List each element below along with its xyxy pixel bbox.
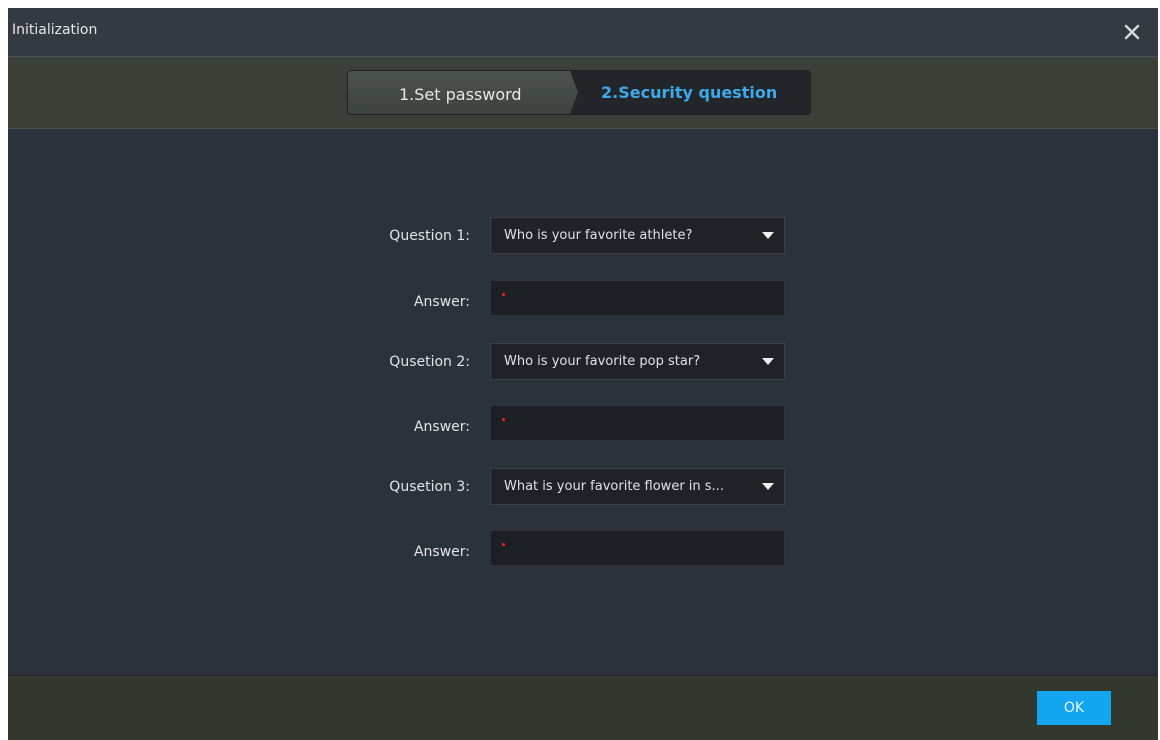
step-set-password[interactable]: 1.Set password <box>348 71 578 114</box>
ok-button[interactable]: OK <box>1037 691 1111 725</box>
answer-1-label: Answer: <box>413 294 470 310</box>
question-3-value: What is your favorite flower in s... <box>504 479 724 494</box>
question-3-row: Qusetion 3: What is your favorite flower… <box>8 468 1158 506</box>
answer-3-row: Answer: <box>8 530 1158 568</box>
initialization-dialog: Initialization 1.Set password 2.Security… <box>8 8 1158 740</box>
question-1-row: Question 1: Who is your favorite athlete… <box>8 217 1158 255</box>
answer-3-label: Answer: <box>413 544 470 560</box>
answer-2-row: Answer: <box>8 405 1158 443</box>
question-1-select[interactable]: Who is your favorite athlete? <box>490 217 785 254</box>
question-2-label: Qusetion 2: <box>389 354 470 370</box>
answer-3-input[interactable] <box>490 530 785 566</box>
dialog-title: Initialization <box>12 22 98 38</box>
step-security-question[interactable]: 2.Security question <box>580 71 810 114</box>
required-marker-icon <box>502 418 505 421</box>
answer-2-input[interactable] <box>490 405 785 441</box>
answer-2-label: Answer: <box>413 419 470 435</box>
question-3-select[interactable]: What is your favorite flower in s... <box>490 468 785 505</box>
dropdown-arrow-icon <box>762 358 774 365</box>
required-marker-icon <box>502 543 505 546</box>
dropdown-arrow-icon <box>762 232 774 239</box>
question-2-value: Who is your favorite pop star? <box>504 354 701 369</box>
step-label: 1.Set password <box>399 85 522 104</box>
steps-bar: 1.Set password 2.Security question <box>8 57 1158 129</box>
title-bar: Initialization <box>8 8 1158 57</box>
close-icon[interactable] <box>1120 20 1144 44</box>
answer-1-row: Answer: <box>8 280 1158 318</box>
dialog-footer: OK <box>8 675 1158 740</box>
question-1-label: Question 1: <box>389 228 470 244</box>
step-indicator: 1.Set password 2.Security question <box>347 70 811 115</box>
question-2-row: Qusetion 2: Who is your favorite pop sta… <box>8 343 1158 381</box>
required-marker-icon <box>502 293 505 296</box>
answer-1-input[interactable] <box>490 280 785 316</box>
step-label: 2.Security question <box>601 83 778 102</box>
question-3-label: Qusetion 3: <box>389 479 470 495</box>
question-2-select[interactable]: Who is your favorite pop star? <box>490 343 785 380</box>
question-1-value: Who is your favorite athlete? <box>504 228 693 243</box>
dropdown-arrow-icon <box>762 483 774 490</box>
